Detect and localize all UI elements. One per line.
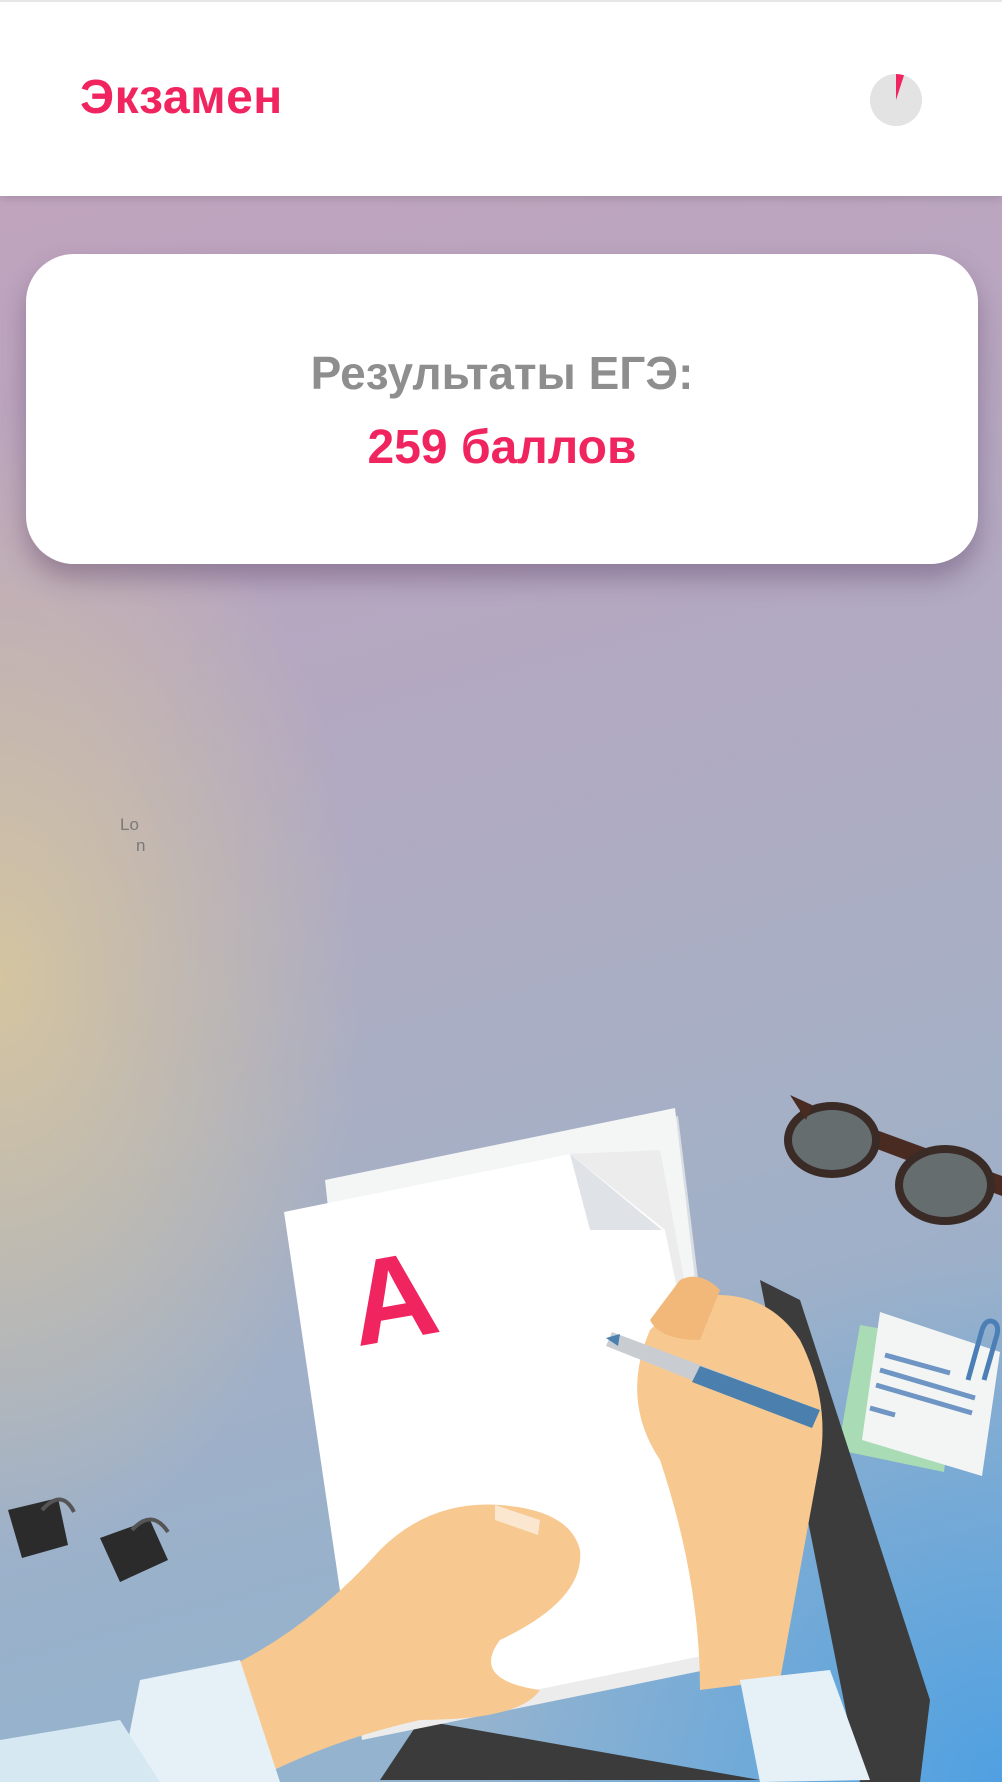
loading-text-line1: Lo — [120, 815, 139, 834]
timer-progress-graphic — [870, 74, 922, 126]
sticky-note-icon — [838, 1312, 1000, 1476]
binder-clip-icon — [8, 1497, 170, 1582]
desk-illustration: A — [0, 1095, 1002, 1782]
pie-timer-icon[interactable] — [870, 74, 922, 126]
loading-text: Lo n — [120, 814, 150, 856]
exam-screen: Экзамен Результаты ЕГЭ: 259 баллов Lo n — [0, 0, 1002, 1782]
app-bar: Экзамен — [0, 0, 1002, 196]
page-title: Экзамен — [80, 71, 283, 124]
result-score: 259 баллов — [367, 421, 637, 474]
result-label: Результаты ЕГЭ: — [310, 347, 694, 399]
loading-text-line2: n — [136, 836, 146, 855]
result-card: Результаты ЕГЭ: 259 баллов — [26, 254, 978, 564]
sunglasses-icon — [784, 1095, 1002, 1225]
